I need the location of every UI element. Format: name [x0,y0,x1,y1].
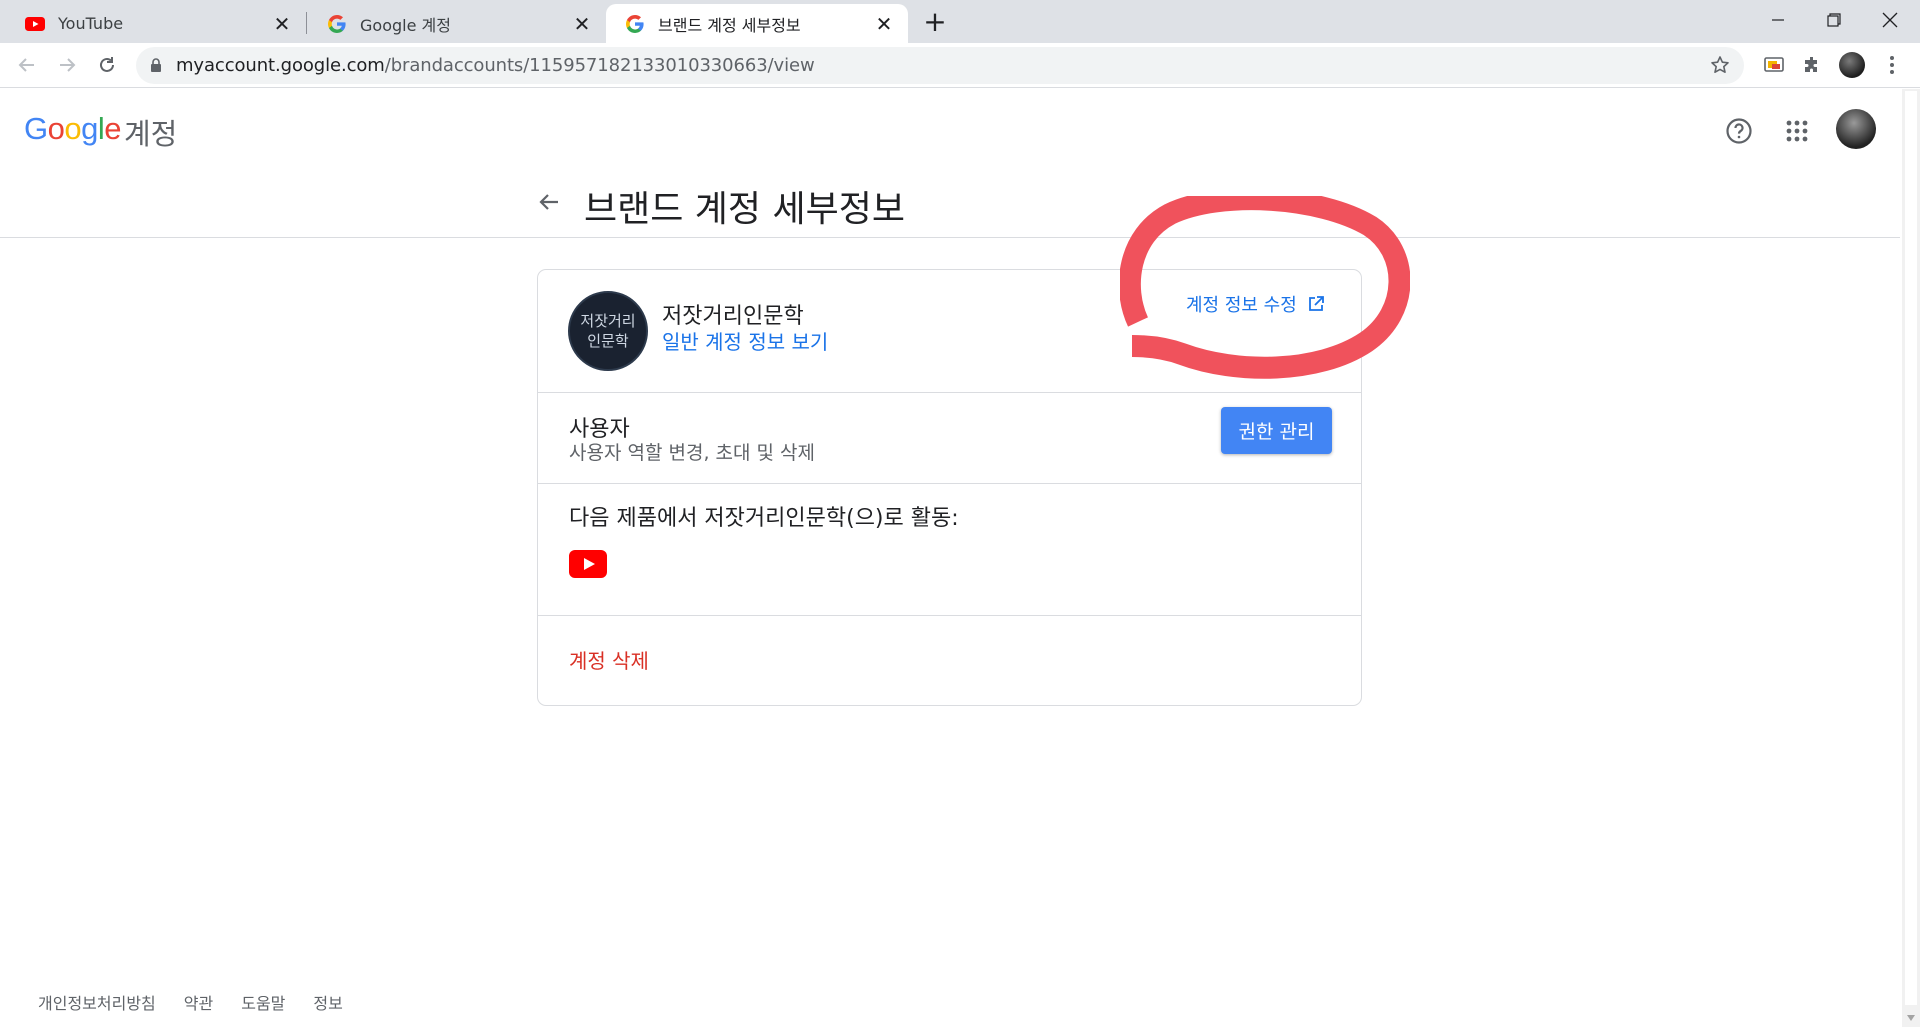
bookmark-star-icon[interactable] [1710,55,1730,79]
avatar [1839,52,1865,78]
tab-youtube[interactable]: YouTube ✕ [0,4,306,43]
google-g-icon [326,13,348,35]
footer: 개인정보처리방침 약관 도움말 정보 [38,990,343,1014]
scrollbar-thumb[interactable] [1905,91,1917,1005]
close-tab-icon[interactable]: ✕ [570,12,594,36]
tab-brand-account-details[interactable]: 브랜드 계정 세부정보 ✕ [606,4,908,43]
page-title: 브랜드 계정 세부정보 [584,189,905,230]
account-avatar[interactable] [1836,109,1876,149]
youtube-icon [24,13,46,35]
delete-section: 계정 삭제 [538,616,1361,706]
back-button[interactable] [11,49,43,81]
logo-suffix: 계정 [124,117,178,151]
tab-title: YouTube [58,14,124,33]
view-account-info-link[interactable]: 일반 계정 정보 보기 [662,326,828,355]
restore-button[interactable] [1806,0,1862,40]
users-section: 사용자 사용자 역할 변경, 초대 및 삭제 권한 관리 [538,393,1361,484]
new-tab-button[interactable]: + [920,8,950,38]
close-tab-icon[interactable]: ✕ [872,12,896,36]
brand-account-card: 저잣거리 인문학 저잣거리인문학 일반 계정 정보 보기 계정 정보 수정 사용… [537,269,1362,706]
url-domain: myaccount.google.com [176,55,385,76]
extensions-puzzle-icon[interactable] [1798,51,1826,79]
footer-link-about[interactable]: 정보 [313,990,342,1014]
browser-toolbar: myaccount.google.com/brandaccounts/11595… [0,43,1920,88]
users-subtitle: 사용자 역할 변경, 초대 및 삭제 [569,442,815,464]
profile-avatar[interactable] [1838,51,1866,79]
url-text: myaccount.google.com/brandaccounts/11595… [176,55,815,76]
reload-button[interactable] [91,49,123,81]
apps-grid-icon[interactable] [1779,113,1815,149]
forward-button[interactable] [51,49,83,81]
tab-title: 브랜드 계정 세부정보 [658,15,801,35]
edit-account-info-link[interactable]: 계정 정보 수정 [1186,290,1325,318]
page-scrollbar[interactable] [1902,89,1920,1027]
help-icon[interactable] [1721,113,1757,149]
scroll-down-arrow-icon[interactable] [1907,1015,1915,1021]
brand-avatar: 저잣거리 인문학 [568,291,648,371]
tab-title: Google 계정 [360,15,451,35]
products-section: 다음 제품에서 저잣거리인문학(으)로 활동: [538,484,1361,616]
back-arrow-icon[interactable] [534,187,564,217]
brand-profile-section: 저잣거리 인문학 저잣거리인문학 일반 계정 정보 보기 계정 정보 수정 [538,270,1361,393]
tab-google-account[interactable]: Google 계정 ✕ [306,4,606,43]
cast-media-icon[interactable] [1760,51,1788,79]
products-title: 다음 제품에서 저잣거리인문학(으)로 활동: [569,506,959,531]
close-tab-icon[interactable]: ✕ [270,12,294,36]
google-logo[interactable]: Google [24,111,122,147]
browser-tabstrip: YouTube ✕ Google 계정 ✕ 브랜드 계정 세부정보 ✕ + [0,0,1920,43]
minimize-button[interactable] [1750,0,1806,40]
footer-link-help[interactable]: 도움말 [241,990,285,1014]
browser-menu-icon[interactable] [1878,51,1906,79]
close-window-button[interactable] [1862,0,1918,40]
google-g-icon [624,13,646,35]
lock-icon[interactable] [150,58,162,73]
url-path: /brandaccounts/115957182133010330663/vie… [384,55,815,76]
avatar-text-line2: 인문학 [587,332,629,350]
delete-account-link[interactable]: 계정 삭제 [569,645,649,674]
google-account-header: Google 계정 [0,89,1900,169]
footer-link-privacy[interactable]: 개인정보처리방침 [38,990,156,1014]
youtube-icon[interactable] [569,550,607,578]
edit-link-label: 계정 정보 수정 [1186,295,1297,316]
footer-link-terms[interactable]: 약관 [184,990,213,1014]
page-title-row: 브랜드 계정 세부정보 [0,169,1900,238]
avatar-text-line1: 저잣거리 [580,312,636,330]
address-bar[interactable]: myaccount.google.com/brandaccounts/11595… [136,47,1744,84]
open-in-new-icon [1307,295,1325,313]
manage-permissions-button[interactable]: 권한 관리 [1221,407,1332,454]
